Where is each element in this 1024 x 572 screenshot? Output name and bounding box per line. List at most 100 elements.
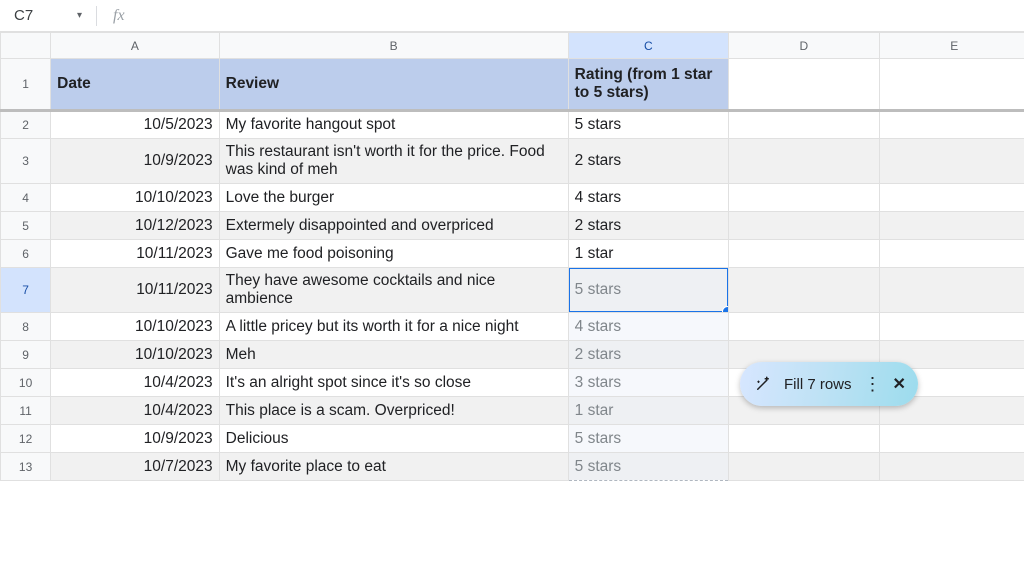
cell-rating-suggested[interactable]: 3 stars <box>568 369 728 397</box>
cell-review[interactable]: A little pricey but its worth it for a n… <box>219 313 568 341</box>
cell-empty[interactable] <box>729 425 879 453</box>
cell-empty[interactable] <box>879 212 1024 240</box>
name-box-value: C7 <box>14 7 33 24</box>
cell-date[interactable]: 10/10/2023 <box>51 341 219 369</box>
cell-rating-suggested[interactable]: 5 stars <box>568 453 728 481</box>
cell-empty[interactable] <box>879 453 1024 481</box>
row-header[interactable]: 13 <box>1 453 51 481</box>
cell-rating[interactable]: 2 stars <box>568 139 728 184</box>
table-row: 4 10/10/2023 Love the burger 4 stars <box>1 184 1024 212</box>
select-all-corner[interactable] <box>1 33 51 59</box>
row-header-1[interactable]: 1 <box>1 59 51 111</box>
cell-empty[interactable] <box>879 425 1024 453</box>
row-header[interactable]: 11 <box>1 397 51 425</box>
cell-date[interactable]: 10/9/2023 <box>51 139 219 184</box>
cell-rating-active[interactable]: 5 stars <box>568 268 728 313</box>
cell-empty[interactable] <box>879 139 1024 184</box>
cell-review[interactable]: They have awesome cocktails and nice amb… <box>219 268 568 313</box>
col-header-B[interactable]: B <box>219 33 568 59</box>
cell-empty[interactable] <box>879 111 1024 139</box>
table-row: 6 10/11/2023 Gave me food poisoning 1 st… <box>1 240 1024 268</box>
cell-D1[interactable] <box>729 59 879 111</box>
cell-date[interactable]: 10/12/2023 <box>51 212 219 240</box>
close-icon[interactable]: ✕ <box>893 374 906 394</box>
table-row: 5 10/12/2023 Extermely disappointed and … <box>1 212 1024 240</box>
cell-rating-suggested[interactable]: 1 star <box>568 397 728 425</box>
row-header[interactable]: 7 <box>1 268 51 313</box>
cell-date[interactable]: 10/10/2023 <box>51 184 219 212</box>
cell-date[interactable]: 10/4/2023 <box>51 397 219 425</box>
cell-empty[interactable] <box>729 240 879 268</box>
grid-table: A B C D E 1 Date Review Rating (from 1 s… <box>0 32 1024 481</box>
cell-empty[interactable] <box>729 139 879 184</box>
name-box-dropdown-icon[interactable]: ▾ <box>77 10 82 21</box>
cell-rating-suggested[interactable]: 2 stars <box>568 341 728 369</box>
data-header-row: 1 Date Review Rating (from 1 star to 5 s… <box>1 59 1024 111</box>
header-rating[interactable]: Rating (from 1 star to 5 stars) <box>568 59 728 111</box>
table-row: 3 10/9/2023 This restaurant isn't worth … <box>1 139 1024 184</box>
fx-icon: fx <box>105 7 125 25</box>
column-header-row: A B C D E <box>1 33 1024 59</box>
table-row: 8 10/10/2023 A little pricey but its wor… <box>1 313 1024 341</box>
cell-date[interactable]: 10/4/2023 <box>51 369 219 397</box>
cell-empty[interactable] <box>729 313 879 341</box>
table-row: 7 10/11/2023 They have awesome cocktails… <box>1 268 1024 313</box>
cell-date[interactable]: 10/11/2023 <box>51 240 219 268</box>
cell-rating-suggested[interactable]: 4 stars <box>568 313 728 341</box>
cell-empty[interactable] <box>879 268 1024 313</box>
cell-review[interactable]: My favorite place to eat <box>219 453 568 481</box>
cell-date[interactable]: 10/11/2023 <box>51 268 219 313</box>
cell-E1[interactable] <box>879 59 1024 111</box>
cell-date[interactable]: 10/10/2023 <box>51 313 219 341</box>
cell-review[interactable]: My favorite hangout spot <box>219 111 568 139</box>
col-header-C[interactable]: C <box>568 33 728 59</box>
row-header[interactable]: 8 <box>1 313 51 341</box>
col-header-E[interactable]: E <box>879 33 1024 59</box>
row-header[interactable]: 5 <box>1 212 51 240</box>
table-row: 12 10/9/2023 Delicious 5 stars <box>1 425 1024 453</box>
name-box[interactable]: C7 ▾ <box>8 5 88 26</box>
table-row: 13 10/7/2023 My favorite place to eat 5 … <box>1 453 1024 481</box>
cell-date[interactable]: 10/5/2023 <box>51 111 219 139</box>
cell-rating[interactable]: 5 stars <box>568 111 728 139</box>
table-row: 2 10/5/2023 My favorite hangout spot 5 s… <box>1 111 1024 139</box>
cell-review[interactable]: Meh <box>219 341 568 369</box>
cell-date[interactable]: 10/9/2023 <box>51 425 219 453</box>
col-header-A[interactable]: A <box>51 33 219 59</box>
more-options-icon[interactable]: ⋮ <box>864 375 881 393</box>
row-header[interactable]: 12 <box>1 425 51 453</box>
cell-rating[interactable]: 1 star <box>568 240 728 268</box>
cell-empty[interactable] <box>879 313 1024 341</box>
cell-empty[interactable] <box>729 212 879 240</box>
cell-review[interactable]: Gave me food poisoning <box>219 240 568 268</box>
row-header[interactable]: 10 <box>1 369 51 397</box>
row-header[interactable]: 6 <box>1 240 51 268</box>
row-header[interactable]: 3 <box>1 139 51 184</box>
cell-rating-suggested[interactable]: 5 stars <box>568 425 728 453</box>
cell-review[interactable]: This restaurant isn't worth it for the p… <box>219 139 568 184</box>
cell-empty[interactable] <box>879 240 1024 268</box>
cell-review[interactable]: It's an alright spot since it's so close <box>219 369 568 397</box>
cell-rating[interactable]: 2 stars <box>568 212 728 240</box>
row-header[interactable]: 4 <box>1 184 51 212</box>
header-review[interactable]: Review <box>219 59 568 111</box>
header-date[interactable]: Date <box>51 59 219 111</box>
cell-review[interactable]: Delicious <box>219 425 568 453</box>
cell-empty[interactable] <box>729 184 879 212</box>
cell-empty[interactable] <box>729 268 879 313</box>
cell-review[interactable]: Extermely disappointed and overpriced <box>219 212 568 240</box>
cell-empty[interactable] <box>879 184 1024 212</box>
cell-empty[interactable] <box>729 453 879 481</box>
formula-bar-input[interactable] <box>133 6 1024 26</box>
row-header[interactable]: 2 <box>1 111 51 139</box>
cell-date[interactable]: 10/7/2023 <box>51 453 219 481</box>
cell-rating[interactable]: 4 stars <box>568 184 728 212</box>
magic-wand-icon <box>754 375 772 393</box>
cell-review[interactable]: Love the burger <box>219 184 568 212</box>
smart-fill-chip[interactable]: Fill 7 rows ⋮ ✕ <box>740 362 918 406</box>
name-box-bar: C7 ▾ fx <box>0 0 1024 32</box>
row-header[interactable]: 9 <box>1 341 51 369</box>
col-header-D[interactable]: D <box>729 33 879 59</box>
cell-review[interactable]: This place is a scam. Overpriced! <box>219 397 568 425</box>
cell-empty[interactable] <box>729 111 879 139</box>
